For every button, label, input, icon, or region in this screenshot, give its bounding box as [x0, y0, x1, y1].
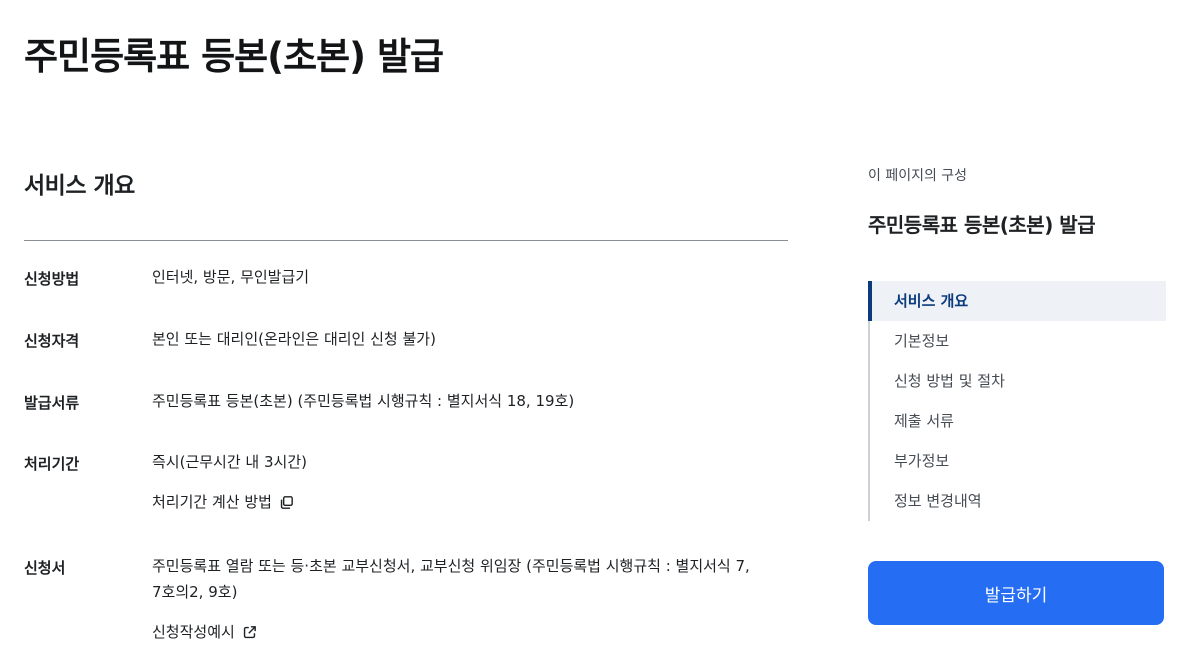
toc-item-required-documents[interactable]: 제출 서류 — [870, 401, 1166, 441]
info-row-value: 인터넷, 방문, 무인발급기 — [152, 264, 788, 290]
toc-item-application-procedure[interactable]: 신청 방법 및 절차 — [870, 361, 1166, 401]
info-row-value-text: 본인 또는 대리인(온라인은 대리인 신청 불가) — [152, 330, 436, 348]
info-row-value-text: 주민등록표 등본(초본) (주민등록법 시행규칙 : 별지서식 18, 19호) — [152, 392, 575, 410]
info-row-value: 주민등록표 열람 또는 등·초본 교부신청서, 교부신청 위임장 (주민등록법 … — [152, 553, 788, 645]
page-title: 주민등록표 등본(초본) 발급 — [24, 35, 444, 78]
application-example-link-label: 신청작성예시 — [152, 623, 235, 641]
info-row-label: 신청서 — [24, 559, 66, 577]
processing-time-calc-link-label: 처리기간 계산 방법 — [152, 493, 272, 511]
application-example-link[interactable]: 신청작성예시 — [152, 619, 788, 645]
section-divider — [24, 240, 788, 241]
external-link-icon — [243, 625, 256, 638]
info-row-value-text: 7호의2, 9호) — [152, 583, 238, 601]
info-row-label: 발급서류 — [24, 394, 80, 412]
processing-time-calc-link[interactable]: 처리기간 계산 방법 — [152, 489, 788, 515]
info-row-label: 신청자격 — [24, 332, 80, 350]
toc-caption: 이 페이지의 구성 — [868, 168, 968, 184]
toc-item-additional-info[interactable]: 부가정보 — [870, 441, 1166, 481]
info-row-value-text: 즉시(근무시간 내 3시간) — [152, 453, 307, 471]
info-row-value-text: 인터넷, 방문, 무인발급기 — [152, 268, 310, 286]
info-row-label: 신청방법 — [24, 270, 80, 288]
info-row-value: 주민등록표 등본(초본) (주민등록법 시행규칙 : 별지서식 18, 19호) — [152, 388, 788, 414]
info-row-value-text: 주민등록표 열람 또는 등·초본 교부신청서, 교부신청 위임장 (주민등록법 … — [152, 557, 750, 575]
section-title-overview: 서비스 개요 — [24, 173, 135, 199]
toc-nav: 서비스 개요 기본정보 신청 방법 및 절차 제출 서류 부가정보 정보 변경내… — [868, 281, 1166, 521]
info-row-value: 즉시(근무시간 내 3시간) 처리기간 계산 방법 — [152, 449, 788, 515]
issue-button[interactable]: 발급하기 — [868, 561, 1164, 625]
toc-item-basic-info[interactable]: 기본정보 — [870, 321, 1166, 361]
info-row-value: 본인 또는 대리인(온라인은 대리인 신청 불가) — [152, 326, 788, 352]
info-row-label: 처리기간 — [24, 455, 80, 473]
toc-item-change-history[interactable]: 정보 변경내역 — [870, 481, 1166, 521]
toc-item-service-overview[interactable]: 서비스 개요 — [868, 281, 1166, 321]
toc-title: 주민등록표 등본(초본) 발급 — [868, 213, 1096, 237]
copy-icon — [280, 495, 293, 509]
